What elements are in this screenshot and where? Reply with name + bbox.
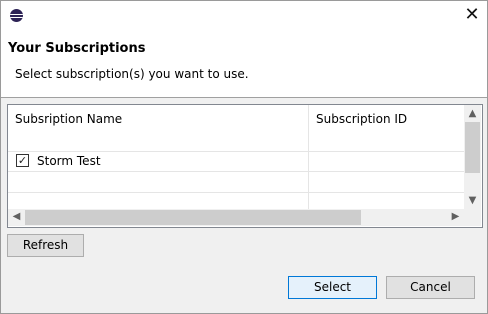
horizontal-scroll-thumb[interactable] [25, 210, 361, 225]
subscription-name: Storm Test [37, 154, 101, 168]
table-cell-name: ✓ Storm Test [8, 151, 309, 171]
scroll-left-icon[interactable]: ◀ [8, 211, 25, 222]
vertical-scroll-thumb[interactable] [465, 122, 480, 173]
dialog-header: Your Subscriptions Select subscription(s… [1, 31, 487, 98]
horizontal-scrollbar[interactable]: ◀ ▶ [8, 209, 464, 226]
scroll-up-icon[interactable]: ▲ [464, 108, 481, 119]
table-row[interactable]: ✓ Storm Test [8, 151, 464, 172]
table-cell-empty [8, 172, 309, 192]
subscriptions-dialog: ✕ Your Subscriptions Select subscription… [0, 0, 488, 314]
column-header-subscription-id[interactable]: Subscription ID [309, 105, 464, 151]
table-header-row: Subsription Name Subscription ID [8, 105, 464, 152]
title-bar: ✕ [1, 1, 487, 31]
column-header-subscription-name[interactable]: Subsription Name [8, 105, 309, 151]
eclipse-icon [10, 9, 23, 22]
refresh-button[interactable]: Refresh [7, 234, 84, 257]
cancel-button[interactable]: Cancel [386, 276, 475, 299]
select-button[interactable]: Select [288, 276, 377, 299]
close-button[interactable]: ✕ [457, 1, 487, 31]
table-row-empty [8, 172, 464, 193]
scroll-right-icon[interactable]: ▶ [447, 211, 464, 222]
page-title: Your Subscriptions [8, 41, 146, 56]
scroll-down-icon[interactable]: ▼ [464, 195, 481, 206]
scrollbar-corner [464, 209, 481, 226]
subscriptions-table: Subsription Name Subscription ID ✓ Storm… [7, 104, 483, 228]
checkbox-checked-icon[interactable]: ✓ [16, 154, 29, 167]
header-message: Select subscription(s) you want to use. [15, 67, 249, 81]
vertical-scrollbar[interactable]: ▲ ▼ [464, 105, 481, 209]
